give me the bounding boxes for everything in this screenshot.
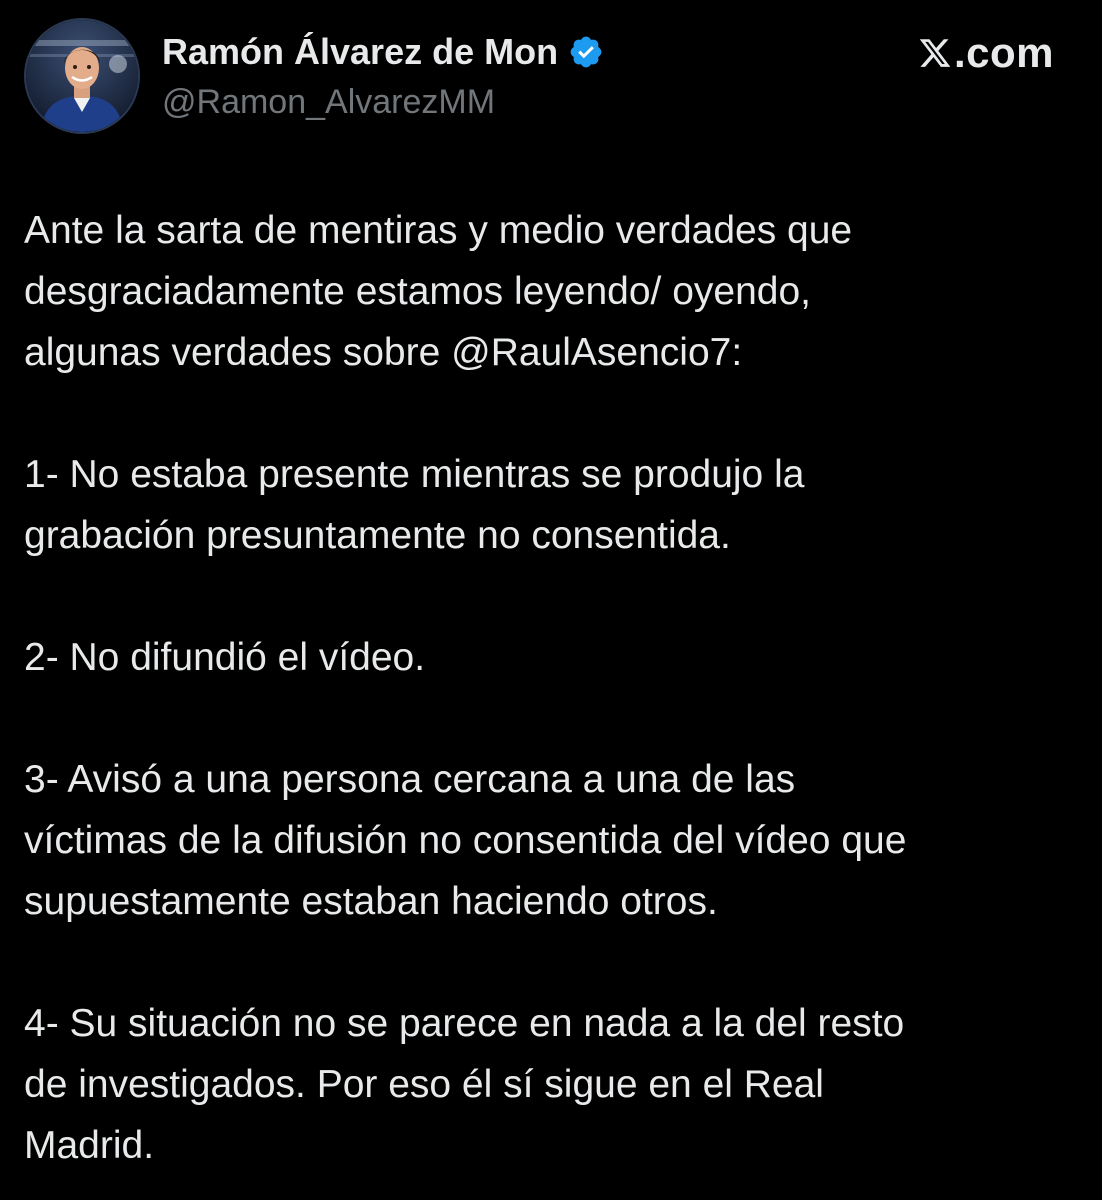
author-display-name[interactable]: Ramón Álvarez de Mon xyxy=(162,28,558,76)
tweet-paragraph-intro: Ante la sarta de mentiras y medio verdad… xyxy=(24,209,853,374)
verified-badge-icon xyxy=(568,34,604,70)
author-handle[interactable]: @Ramon_AlvarezMM xyxy=(162,80,495,124)
author-name-row: Ramón Álvarez de Mon xyxy=(162,28,604,76)
tweet-paragraph-point-4: 4- Su situación no se parece en nada a l… xyxy=(24,1002,905,1167)
tweet-paragraph-point-2: 2- No difundió el vídeo. xyxy=(24,636,426,679)
tweet-paragraph-point-1: 1- No estaba presente mientras se produj… xyxy=(24,453,805,557)
brand-domain-text: .com xyxy=(953,29,1054,76)
profile-photo xyxy=(26,20,138,132)
brand-watermark: .com xyxy=(918,28,1054,78)
avatar[interactable] xyxy=(24,18,140,134)
x-logo-icon xyxy=(919,39,951,67)
tweet-paragraph-point-3: 3- Avisó a una persona cercana a una de … xyxy=(24,758,907,923)
tweet-body: Ante la sarta de mentiras y medio verdad… xyxy=(24,200,1084,1176)
tweet-screenshot: Ramón Álvarez de Mon @Ramon_AlvarezMM .c… xyxy=(0,0,1102,1200)
